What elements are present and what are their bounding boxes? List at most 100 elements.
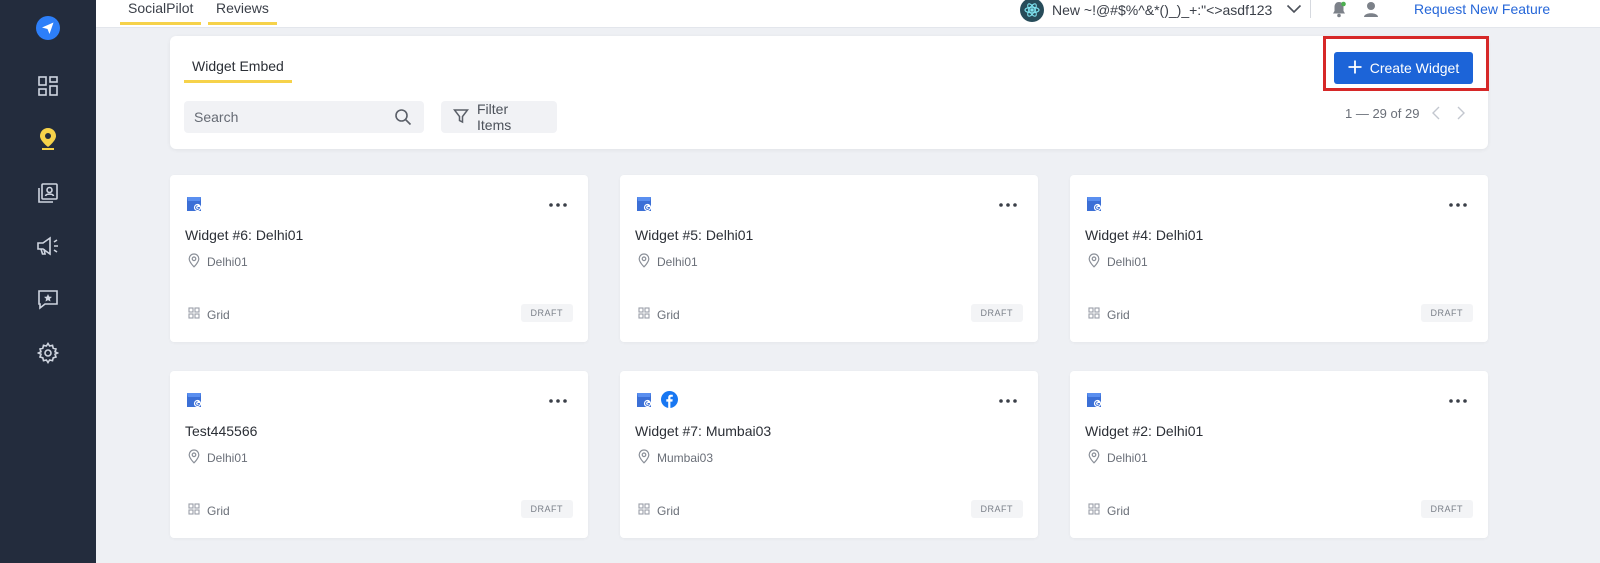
- status-badge: DRAFT: [970, 304, 1023, 322]
- more-options-icon[interactable]: [998, 197, 1018, 207]
- create-widget-label: Create Widget: [1369, 60, 1460, 76]
- settings-gear-icon[interactable]: [36, 341, 60, 365]
- location-name: Delhi01: [657, 255, 698, 269]
- status-badge: DRAFT: [1420, 500, 1473, 518]
- facebook-icon: [661, 391, 679, 409]
- google-business-icon: [635, 195, 653, 213]
- layout-name: Grid: [657, 503, 680, 518]
- grid-layout-icon: [188, 503, 200, 518]
- source-icons: [1085, 391, 1103, 409]
- filter-label: Filter Items: [477, 101, 512, 133]
- user-profile-icon[interactable]: [1362, 0, 1380, 18]
- tab-widget-embed[interactable]: Widget Embed: [184, 58, 292, 83]
- top-bar: SocialPilot Reviews New ~!@#$%^&*()_)_+:…: [96, 0, 1600, 28]
- tab-socialpilot[interactable]: SocialPilot: [120, 0, 202, 25]
- search-input[interactable]: [194, 109, 384, 125]
- tab-reviews[interactable]: Reviews: [208, 0, 277, 25]
- plus-icon: [1348, 60, 1362, 77]
- widget-card[interactable]: Widget #6: Delhi01 Delhi01 Grid DRAFT: [170, 175, 588, 342]
- send-logo-icon[interactable]: [36, 16, 60, 40]
- review-star-icon[interactable]: [36, 287, 60, 311]
- widget-title: Widget #4: Delhi01: [1085, 227, 1204, 243]
- layout-name: Grid: [1107, 503, 1130, 518]
- widget-card[interactable]: Widget #7: Mumbai03 Mumbai03 Grid DRAFT: [620, 371, 1038, 538]
- more-options-icon[interactable]: [548, 197, 568, 207]
- location-name: Delhi01: [207, 255, 248, 269]
- grid-layout-icon: [638, 503, 650, 518]
- widget-header-panel: Widget Embed Filter Items Create Widget …: [170, 36, 1489, 149]
- more-options-icon[interactable]: [1448, 393, 1468, 403]
- widget-title: Test445566: [185, 423, 258, 439]
- notification-bell-icon[interactable]: [1330, 0, 1348, 18]
- chevron-down-icon: [1286, 1, 1302, 19]
- request-new-feature-link[interactable]: Request New Feature: [1414, 1, 1550, 17]
- location-name: Delhi01: [1107, 255, 1148, 269]
- location-pin-outline-icon: [1088, 449, 1100, 467]
- create-widget-button[interactable]: Create Widget: [1334, 52, 1473, 84]
- layout-name: Grid: [1107, 307, 1130, 322]
- widget-title: Widget #2: Delhi01: [1085, 423, 1204, 439]
- source-icons: [185, 391, 203, 409]
- tab-label: SocialPilot: [128, 0, 194, 16]
- widget-location: Delhi01: [638, 253, 698, 271]
- google-business-icon: [1085, 195, 1103, 213]
- tab-label: Reviews: [216, 0, 269, 16]
- widget-title: Widget #6: Delhi01: [185, 227, 304, 243]
- widget-layout: Grid: [638, 307, 680, 322]
- status-badge: DRAFT: [970, 500, 1023, 518]
- widget-layout: Grid: [1088, 503, 1130, 518]
- widget-location: Delhi01: [188, 449, 248, 467]
- widget-location: Delhi01: [188, 253, 248, 271]
- widget-layout: Grid: [188, 307, 230, 322]
- widget-layout: Grid: [1088, 307, 1130, 322]
- layout-name: Grid: [207, 503, 230, 518]
- location-pin-outline-icon: [638, 449, 650, 467]
- status-badge: DRAFT: [520, 500, 573, 518]
- filter-icon: [452, 108, 470, 127]
- source-icons: [635, 195, 653, 213]
- google-business-icon: [635, 391, 653, 409]
- location-name: Delhi01: [207, 451, 248, 465]
- layout-name: Grid: [207, 307, 230, 322]
- dashboard-icon[interactable]: [36, 74, 60, 98]
- google-business-icon: [185, 195, 203, 213]
- location-pin-outline-icon: [188, 253, 200, 271]
- workspace-avatar: [1020, 0, 1044, 22]
- location-pin-outline-icon: [1088, 253, 1100, 271]
- more-options-icon[interactable]: [998, 393, 1018, 403]
- workspace-name: New ~!@#$%^&*()_)_+:"<>asdf123: [1052, 2, 1273, 18]
- previous-page-icon[interactable]: [1429, 105, 1443, 121]
- widget-layout: Grid: [188, 503, 230, 518]
- search-box: [184, 101, 424, 133]
- location-pin-outline-icon: [188, 449, 200, 467]
- search-icon[interactable]: [394, 108, 412, 126]
- location-name: Delhi01: [1107, 451, 1148, 465]
- widget-location: Delhi01: [1088, 449, 1148, 467]
- widget-card[interactable]: Test445566 Delhi01 Grid DRAFT: [170, 371, 588, 538]
- widget-card[interactable]: Widget #4: Delhi01 Delhi01 Grid DRAFT: [1070, 175, 1488, 342]
- location-pin-outline-icon: [638, 253, 650, 271]
- widget-location: Mumbai03: [638, 449, 713, 467]
- more-options-icon[interactable]: [1448, 197, 1468, 207]
- next-page-icon[interactable]: [1454, 105, 1468, 121]
- grid-layout-icon: [1088, 307, 1100, 322]
- location-name: Mumbai03: [657, 451, 714, 465]
- more-options-icon[interactable]: [548, 393, 568, 403]
- grid-layout-icon: [188, 307, 200, 322]
- sidebar: [0, 0, 96, 563]
- grid-layout-icon: [1088, 503, 1100, 518]
- widget-layout: Grid: [638, 503, 680, 518]
- contacts-icon[interactable]: [36, 181, 60, 205]
- status-badge: DRAFT: [1420, 304, 1473, 322]
- pagination-count: 1 — 29 of 29: [1345, 106, 1420, 121]
- megaphone-icon[interactable]: [36, 234, 60, 258]
- widget-card[interactable]: Widget #5: Delhi01 Delhi01 Grid DRAFT: [620, 175, 1038, 342]
- google-business-icon: [185, 391, 203, 409]
- widget-card[interactable]: Widget #2: Delhi01 Delhi01 Grid DRAFT: [1070, 371, 1488, 538]
- source-icons: [635, 391, 679, 409]
- location-pin-icon[interactable]: [36, 127, 60, 151]
- filter-items-button[interactable]: Filter Items: [441, 101, 557, 133]
- grid-layout-icon: [638, 307, 650, 322]
- workspace-switcher[interactable]: New ~!@#$%^&*()_)_+:"<>asdf123: [1020, 0, 1302, 22]
- widget-title: Widget #7: Mumbai03: [635, 423, 772, 439]
